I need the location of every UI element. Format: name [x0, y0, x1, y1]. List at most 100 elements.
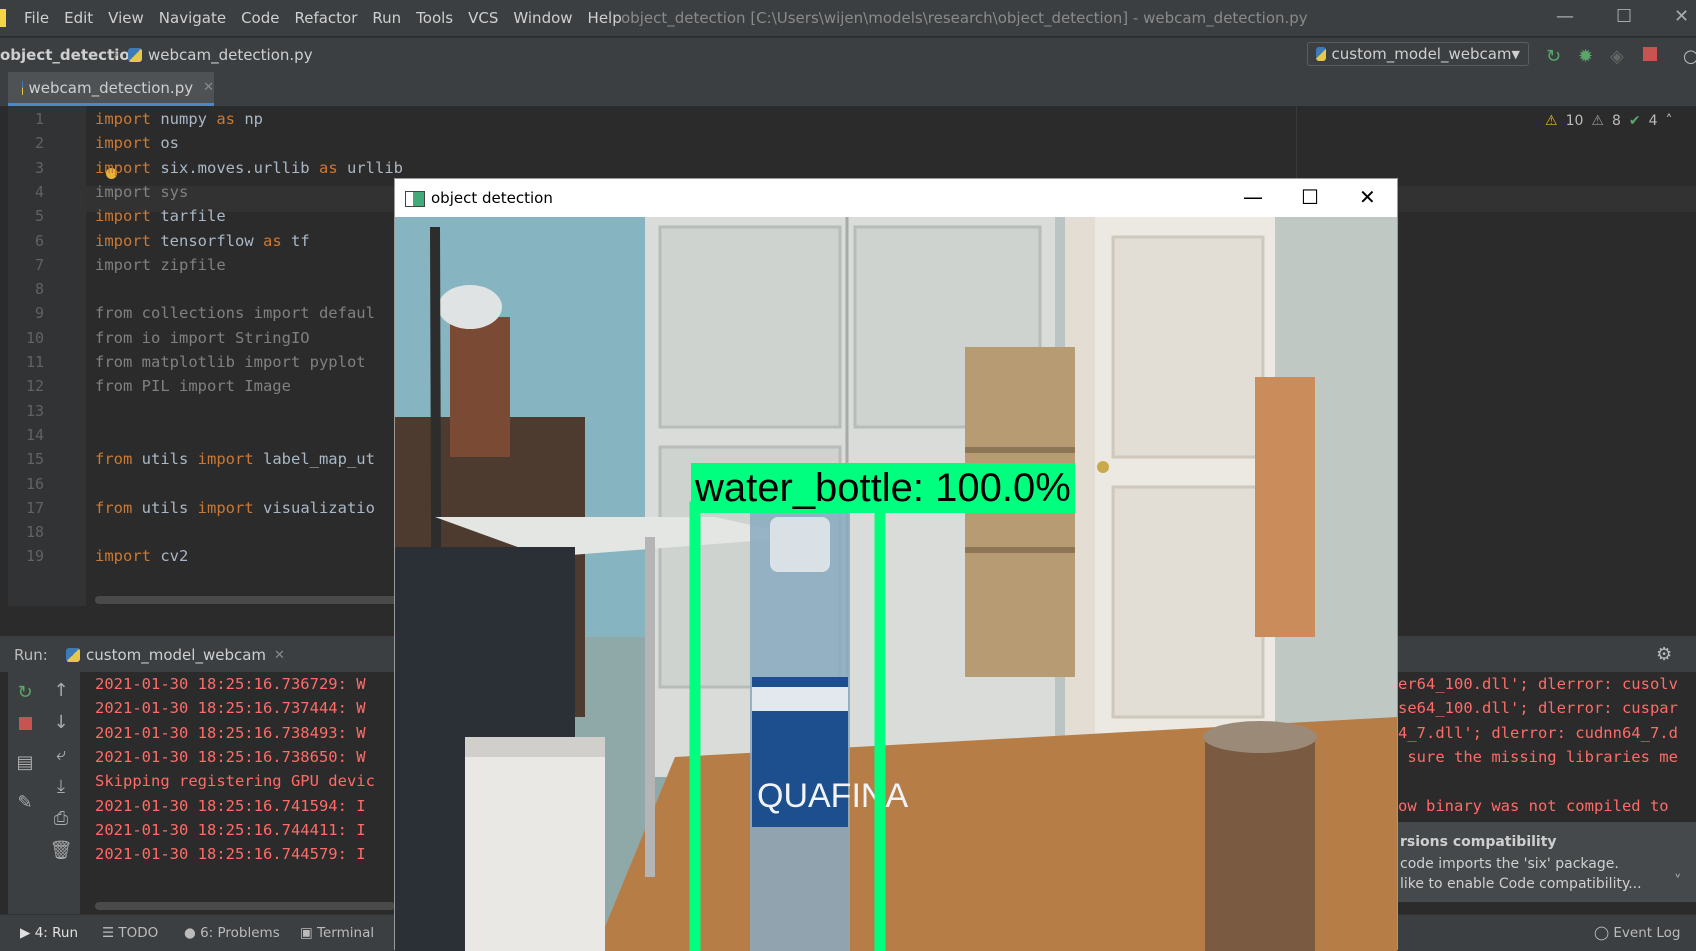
run-toolbar-left: ↻ ▤ ✎	[8, 672, 42, 914]
problems-tool-button[interactable]: ● 6: Problems	[184, 925, 280, 941]
arrow-up-icon[interactable]: ↑	[42, 680, 80, 701]
stop-icon[interactable]	[8, 714, 42, 735]
code-line: from utils import visualizatio	[95, 499, 375, 517]
weak-warning-icon: ⚠	[1591, 113, 1604, 129]
code-text: cv2	[151, 547, 189, 566]
console-line: Skipping registering GPU devic	[95, 772, 375, 791]
code-keyword: import	[95, 547, 151, 566]
ok-count: 4	[1648, 113, 1658, 129]
editor-tab-webcam-detection[interactable]: webcam_detection.py ✕	[8, 72, 214, 106]
inspection-widget[interactable]: ⚠ 10 ⚠ 8 ✔ 4 ˄	[1545, 113, 1673, 129]
menu-tools[interactable]: Tools	[416, 9, 453, 27]
cv-close-icon[interactable]: ✕	[1359, 185, 1376, 209]
code-text: six.moves.urllib	[151, 158, 319, 177]
code-text: tensorflow	[151, 231, 263, 250]
code-keyword: as	[318, 158, 338, 177]
scroll-to-end-icon[interactable]: ⤓	[42, 776, 80, 797]
settings-gear-icon[interactable]: ⚙	[1656, 644, 1672, 665]
arrow-down-icon[interactable]: ↓	[42, 712, 80, 733]
menu-edit[interactable]: Edit	[64, 9, 93, 27]
compatibility-notification[interactable]: rsions compatibility code imports the 's…	[1380, 822, 1696, 902]
chevron-down-icon[interactable]: ˅	[1674, 872, 1682, 890]
code-keyword: from	[95, 450, 133, 469]
object-detection-window[interactable]: object detection — ☐ ✕ QUAFINA water_bot…	[394, 178, 1398, 951]
python-file-icon	[22, 80, 23, 95]
code-text: visualizatio	[253, 498, 375, 517]
webcam-scene: QUAFINA	[395, 217, 1397, 951]
line-number: 15	[25, 450, 44, 469]
print-icon[interactable]: ⎙	[42, 808, 80, 829]
stop-icon[interactable]	[1643, 47, 1657, 61]
code-keyword: import	[95, 134, 151, 153]
event-log-label: Event Log	[1613, 925, 1681, 941]
trash-icon[interactable]: 🗑	[42, 840, 80, 861]
close-icon[interactable]: ✕	[1674, 6, 1689, 27]
menu-refactor[interactable]: Refactor	[294, 9, 357, 27]
code-keyword: from	[95, 353, 133, 371]
code-text: numpy	[151, 110, 217, 128]
pin-icon[interactable]: ✎	[8, 792, 42, 813]
console-line-tail: ow binary was not compiled to	[1398, 796, 1669, 815]
notification-title: rsions compatibility	[1400, 834, 1557, 850]
layout-icon[interactable]: ▤	[8, 752, 42, 773]
horizontal-scrollbar[interactable]	[95, 596, 405, 604]
code-line: from PIL import Image	[95, 377, 291, 395]
terminal-tool-button[interactable]: ▣ Terminal	[300, 925, 374, 941]
rerun-icon[interactable]: ↻	[1546, 46, 1561, 67]
code-text: tarfile	[151, 207, 226, 226]
maximize-icon[interactable]: ☐	[1616, 6, 1632, 27]
object-detection-titlebar[interactable]: object detection — ☐ ✕	[395, 179, 1397, 217]
cv-maximize-icon[interactable]: ☐	[1301, 185, 1319, 209]
code-text: np	[235, 110, 263, 128]
menu-bar: File Edit View Navigate Code Refactor Ru…	[0, 0, 1696, 36]
cv-minimize-icon[interactable]: —	[1243, 185, 1263, 209]
menu-window[interactable]: Window	[513, 9, 572, 27]
menu-run[interactable]: Run	[372, 9, 401, 27]
python-config-icon	[66, 648, 80, 662]
code-text: label_map_ut	[253, 450, 375, 469]
enable-compatibility-link[interactable]: like to enable Code compatibility...	[1400, 876, 1642, 892]
search-icon[interactable]: ○	[1683, 46, 1696, 67]
code-keyword: import	[95, 158, 151, 177]
close-run-tab-icon[interactable]: ✕	[274, 648, 285, 663]
notification-text: code imports the 'six' package.	[1400, 856, 1619, 872]
rerun-icon[interactable]: ↻	[8, 682, 42, 703]
menu-view[interactable]: View	[108, 9, 144, 27]
close-tab-icon[interactable]: ✕	[203, 80, 214, 95]
menu-code[interactable]: Code	[241, 9, 279, 27]
breadcrumb-project[interactable]: object_detection	[0, 46, 140, 64]
code-line: from collections import defaul	[95, 304, 375, 322]
minimize-icon[interactable]: —	[1556, 6, 1574, 27]
run-tab[interactable]: custom_model_webcam ✕	[66, 646, 285, 664]
line-number: 16	[25, 474, 44, 493]
run-tool-button[interactable]: ▶ 4: Run	[20, 925, 78, 941]
check-icon: ✔	[1628, 113, 1641, 129]
run-toolbar-right: ↑ ↓ ⤶ ⤓ ⎙ 🗑	[42, 672, 80, 914]
run-configuration-select[interactable]: custom_model_webcam ▼	[1307, 42, 1529, 66]
editor-tab-label: webcam_detection.py	[28, 78, 194, 97]
line-number: 17	[25, 498, 44, 517]
run-tool-label: 4: Run	[34, 925, 79, 941]
soft-wrap-icon[interactable]: ⤶	[42, 744, 80, 765]
chevron-up-icon[interactable]: ˄	[1666, 113, 1673, 129]
code-keyword: import	[95, 110, 151, 128]
code-line: from utils import label_map_ut	[95, 450, 375, 468]
menu-navigate[interactable]: Navigate	[159, 9, 226, 27]
problems-tool-label: 6: Problems	[200, 925, 280, 941]
todo-tool-button[interactable]: ☰ TODO	[102, 925, 158, 941]
code-text: os	[151, 134, 179, 153]
code-line: import tensorflow as tf	[95, 232, 310, 250]
debug-icon[interactable]: ✹	[1578, 46, 1593, 67]
coverage-icon[interactable]: ◈	[1610, 46, 1624, 67]
menu-file[interactable]: File	[24, 9, 49, 27]
menu-vcs[interactable]: VCS	[468, 9, 498, 27]
run-tab-label: custom_model_webcam	[86, 646, 267, 664]
code-text: io import StringIO	[132, 328, 310, 347]
console-scrollbar[interactable]	[95, 902, 395, 910]
line-number: 7	[34, 255, 44, 274]
event-log-button[interactable]: ◯ Event Log	[1594, 925, 1680, 941]
menu-help[interactable]: Help	[588, 9, 622, 27]
code-text: zipfile	[151, 255, 226, 274]
breadcrumb-file[interactable]: webcam_detection.py	[128, 46, 313, 64]
console-line: 2021-01-30 18:25:16.738493: W	[95, 723, 366, 742]
